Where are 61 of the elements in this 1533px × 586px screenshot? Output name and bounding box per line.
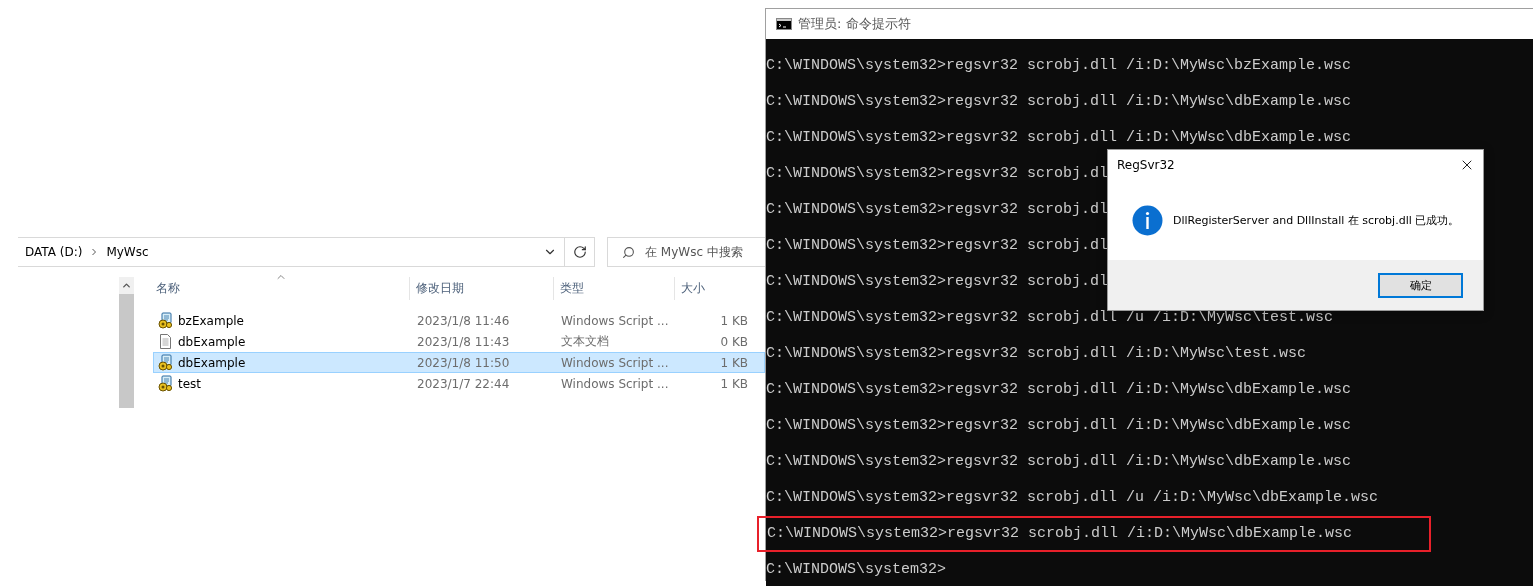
ok-button[interactable]: 确定 bbox=[1378, 272, 1463, 298]
file-name: bzExample bbox=[178, 313, 244, 328]
column-header[interactable]: 大小 bbox=[681, 280, 705, 297]
file-type: Windows Script ... bbox=[560, 313, 670, 328]
column-header-cell[interactable]: 修改日期 bbox=[410, 277, 554, 300]
script-file-icon bbox=[157, 375, 174, 392]
column-header-cell[interactable]: 名称 bbox=[153, 277, 410, 300]
file-date: 2023/1/7 22:44 bbox=[416, 376, 511, 391]
column-header[interactable]: 名称 bbox=[156, 280, 180, 297]
file-type: Windows Script ... bbox=[560, 355, 670, 370]
file-size: 0 KB bbox=[719, 334, 749, 349]
console-line: C:\WINDOWS\system32>regsvr32 scrobj.dll /i:D:\MyWsc\dbExample.wsc bbox=[766, 92, 1352, 112]
console-line: C:\WINDOWS\system32>regsvr32 scrobj.dll /u /i:D:\MyWsc\dbExample.wsc bbox=[766, 488, 1379, 508]
search-icon bbox=[622, 245, 635, 259]
scrollbar[interactable] bbox=[119, 277, 134, 408]
dialog-message: DllRegisterServer and DllInstall 在 scrobj.dll 已成功。 bbox=[1173, 212, 1460, 228]
file-name: test bbox=[178, 376, 202, 391]
console-line: C:\WINDOWS\system32>regsvr32 scrobj.dll /i:D:\MyWsc\bzExample.wsc bbox=[766, 56, 1352, 76]
file-row[interactable]: dbExample 2023/1/8 11:43 文本文档 0 KB bbox=[153, 331, 765, 352]
column-header[interactable]: 类型 bbox=[560, 280, 584, 297]
file-name: dbExample bbox=[178, 334, 246, 349]
console-line: C:\WINDOWS\system32>regsvr32 scrobj.dll /i:D:\MyWsc\dbExample.wsc bbox=[766, 128, 1352, 148]
file-size: 1 KB bbox=[719, 376, 749, 391]
console-line: C:\WINDOWS\system32>regsvr32 scrobj.dl bbox=[766, 200, 1109, 220]
breadcrumb-item[interactable]: DATA (D:) bbox=[25, 245, 83, 259]
dialog-title: RegSvr32 bbox=[1117, 158, 1175, 172]
script-file-icon bbox=[157, 312, 174, 329]
script-file-icon bbox=[157, 354, 174, 371]
search-field[interactable]: 在 MyWsc 中搜索 bbox=[607, 237, 765, 267]
column-header[interactable]: 修改日期 bbox=[416, 280, 464, 297]
console-line: C:\WINDOWS\system32>regsvr32 scrobj.dll /i:D:\MyWsc\dbExample.wsc bbox=[766, 416, 1352, 436]
file-row[interactable]: test 2023/1/7 22:44 Windows Script ... 1 KB bbox=[153, 373, 765, 394]
column-header-cell[interactable]: 大小 bbox=[675, 277, 750, 300]
file-size: 1 KB bbox=[719, 313, 749, 328]
refresh-icon bbox=[572, 245, 587, 259]
console-line: C:\WINDOWS\system32>regsvr32 scrobj.dl bbox=[766, 272, 1109, 292]
chevron-right-icon bbox=[90, 248, 99, 256]
info-icon bbox=[1132, 204, 1163, 236]
file-row[interactable]: bzExample 2023/1/8 11:46 Windows Script ... 1 KB bbox=[153, 310, 765, 331]
window-title: 管理员: 命令提示符 bbox=[798, 15, 911, 33]
console-line: C:\WINDOWS\system32>regsvr32 scrobj.dll /i:D:\MyWsc\dbExample.wsc bbox=[766, 452, 1352, 472]
address-bar[interactable]: DATA (D:) MyWsc bbox=[18, 237, 595, 267]
scroll-up-icon[interactable] bbox=[119, 277, 134, 294]
file-date: 2023/1/8 11:50 bbox=[416, 355, 511, 370]
console-line: C:\WINDOWS\system32> bbox=[766, 560, 947, 580]
console-icon bbox=[776, 18, 792, 30]
file-type: Windows Script ... bbox=[560, 376, 670, 391]
console-line: C:\WINDOWS\system32>regsvr32 scrobj.dll /i:D:\MyWsc\test.wsc bbox=[766, 344, 1307, 364]
console-line: C:\WINDOWS\system32>regsvr32 scrobj.dll /i:D:\MyWsc\dbExample.wsc bbox=[766, 380, 1352, 400]
breadcrumb-item[interactable]: MyWsc bbox=[106, 245, 149, 259]
file-size: 1 KB bbox=[719, 355, 749, 370]
file-name: dbExample bbox=[178, 355, 246, 370]
console-line: C:\WINDOWS\system32>regsvr32 scrobj.dll /u /i:D:\MyWsc\test.wsc bbox=[766, 308, 1334, 328]
console-line: C:\WINDOWS\system32>regsvr32 scrobj.dl bbox=[766, 236, 1109, 256]
file-date: 2023/1/8 11:43 bbox=[416, 334, 511, 349]
text-file-icon bbox=[157, 333, 174, 350]
file-date: 2023/1/8 11:46 bbox=[416, 313, 511, 328]
column-header-cell[interactable]: 类型 bbox=[554, 277, 675, 300]
file-type: 文本文档 bbox=[560, 333, 610, 350]
console-line: C:\WINDOWS\system32>regsvr32 scrobj.dl bbox=[766, 164, 1109, 184]
file-row[interactable]: dbExample 2023/1/8 11:50 Windows Script ... 1 KB bbox=[153, 352, 765, 373]
